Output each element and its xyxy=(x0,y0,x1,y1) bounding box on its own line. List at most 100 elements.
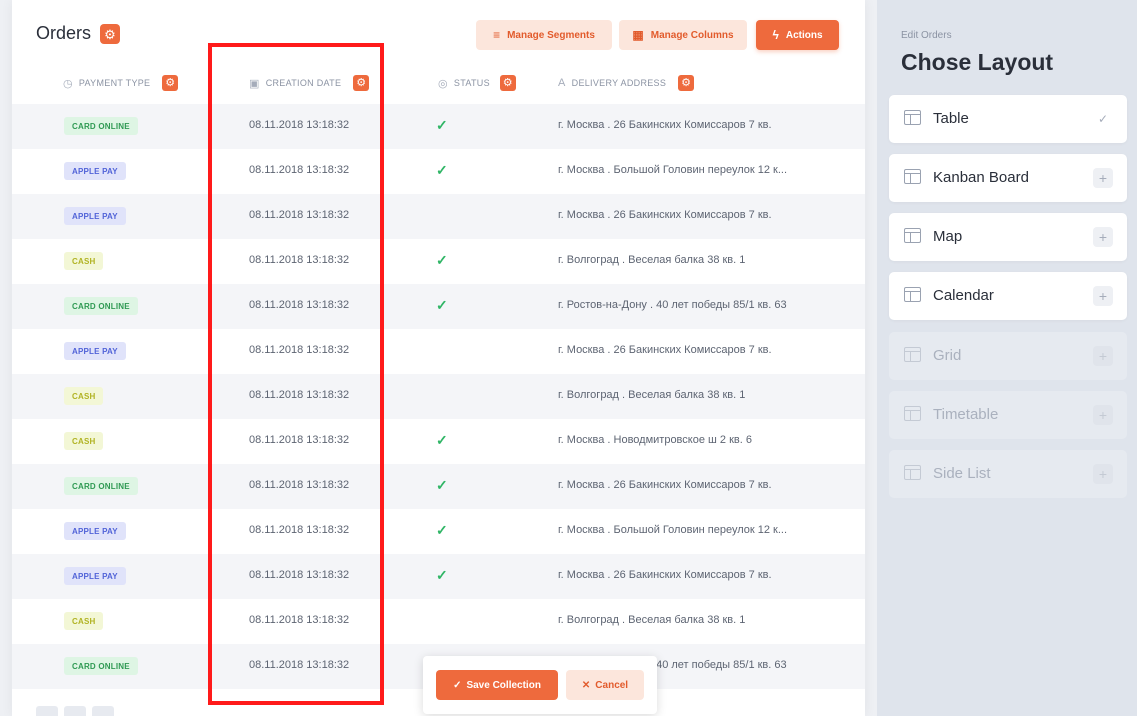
table-row[interactable]: APPLE PAY 08.11.2018 13:18:32 ✓ г. Москва .… xyxy=(12,509,865,554)
creation-date-cell: 08.11.2018 13:18:32 xyxy=(249,164,350,176)
payment-type-badge: APPLE PAY xyxy=(64,522,126,540)
table-row[interactable]: APPLE PAY 08.11.2018 13:18:32 г. Москва . … xyxy=(12,194,865,239)
add-icon[interactable]: + xyxy=(1093,346,1113,366)
table-layout-icon xyxy=(904,169,921,184)
orders-table-body: CARD ONLINE 08.11.2018 13:18:32 ✓ г. Москва… xyxy=(12,104,865,689)
delivery-address-cell: г. Волгоград . Веселая балка 38 кв. 1 xyxy=(558,254,746,266)
close-icon: ✕ xyxy=(581,679,591,691)
table-layout-icon xyxy=(904,347,921,362)
delivery-address-cell: г. Москва . Большой Головин переулок 12 … xyxy=(558,524,788,536)
delivery-address-cell: г. Ростов-на-Дону . 40 лет победы 85/1 к… xyxy=(558,299,787,311)
save-collection-bar: ✓ Save Collection ✕ Cancel xyxy=(423,656,657,714)
layout-sidebar: Edit Orders Chose Layout Table ✓ Kanban Bo… xyxy=(877,0,1137,716)
layout-option-grid[interactable]: Grid + xyxy=(889,332,1127,380)
layout-option-table[interactable]: Table ✓ xyxy=(889,95,1127,143)
delivery-address-cell: г. Волгоград . Веселая балка 38 кв. 1 xyxy=(558,614,746,626)
layout-option-timetable[interactable]: Timetable + xyxy=(889,391,1127,439)
actions-button[interactable]: ϟ Actions xyxy=(756,20,839,50)
table-row[interactable]: APPLE PAY 08.11.2018 13:18:32 ✓ г. Москва .… xyxy=(12,149,865,194)
layout-option-label: Table xyxy=(933,110,969,127)
manage-columns-button[interactable]: ▦ Manage Columns xyxy=(619,20,747,50)
table-layout-icon xyxy=(904,406,921,421)
table-layout-icon xyxy=(904,228,921,243)
creation-date-cell: 08.11.2018 13:18:32 xyxy=(249,119,350,131)
layout-option-kanban-board[interactable]: Kanban Board + xyxy=(889,154,1127,202)
pagination-item[interactable] xyxy=(92,706,114,716)
page-title: Orders xyxy=(36,23,92,43)
check-icon[interactable]: ✓ xyxy=(1093,109,1113,129)
add-icon[interactable]: + xyxy=(1093,464,1113,484)
sidebar-title: Chose Layout xyxy=(901,49,1054,75)
column-header-delivery-address[interactable]: A DELIVERY ADDRESS ⚙ xyxy=(558,74,695,92)
clock-icon: ◷ xyxy=(63,77,73,90)
delivery-address-cell: г. Москва . 26 Бакинских Комиссаров 7 кв… xyxy=(558,479,772,491)
table-row[interactable]: CARD ONLINE 08.11.2018 13:18:32 ✓ г. Москва… xyxy=(12,464,865,509)
layout-option-label: Map xyxy=(933,228,963,245)
delivery-address-cell: г. Волгоград . Веселая балка 38 кв. 1 xyxy=(558,389,746,401)
calendar-icon: ▣ xyxy=(249,77,260,90)
cancel-button[interactable]: ✕ Cancel xyxy=(566,670,644,700)
column-header-creation-date[interactable]: ▣ CREATION DATE ⚙ xyxy=(249,74,370,92)
payment-type-badge: CARD ONLINE xyxy=(64,477,138,495)
pagination-item[interactable] xyxy=(36,706,58,716)
gear-icon[interactable]: ⚙ xyxy=(162,75,179,91)
table-row[interactable]: APPLE PAY 08.11.2018 13:18:32 ✓ г. Москва .… xyxy=(12,554,865,599)
table-row[interactable]: APPLE PAY 08.11.2018 13:18:32 г. Москва . … xyxy=(12,329,865,374)
gear-icon[interactable]: ⚙ xyxy=(100,24,120,44)
layout-option-label: Side List xyxy=(933,465,991,482)
creation-date-cell: 08.11.2018 13:18:32 xyxy=(249,659,350,671)
column-header-label: CREATION DATE xyxy=(265,78,342,88)
columns-icon: ▦ xyxy=(632,28,644,42)
sidebar-eyebrow: Edit Orders xyxy=(901,30,952,41)
table-row[interactable]: CASH 08.11.2018 13:18:32 г. Волгоград . Ве… xyxy=(12,374,865,419)
delivery-address-cell: г. Москва . 26 Бакинских Комиссаров 7 кв… xyxy=(558,569,772,581)
add-icon[interactable]: + xyxy=(1093,168,1113,188)
table-layout-icon xyxy=(904,465,921,480)
add-icon[interactable]: + xyxy=(1093,286,1113,306)
column-header-label: STATUS xyxy=(453,78,490,88)
delivery-address-cell: г. Москва . 26 Бакинских Комиссаров 7 кв… xyxy=(558,344,772,356)
column-header-label: DELIVERY ADDRESS xyxy=(571,78,667,88)
column-header-status[interactable]: ◎ STATUS ⚙ xyxy=(438,74,516,92)
status-check-icon: ✓ xyxy=(436,477,448,493)
payment-type-badge: APPLE PAY xyxy=(64,567,126,585)
status-check-icon: ✓ xyxy=(436,567,448,583)
add-icon[interactable]: + xyxy=(1093,405,1113,425)
status-check-icon: ✓ xyxy=(436,297,448,313)
column-header-payment-type[interactable]: ◷ PAYMENT TYPE ⚙ xyxy=(63,74,179,92)
table-row[interactable]: CASH 08.11.2018 13:18:32 г. Волгоград . Ве… xyxy=(12,599,865,644)
table-layout-icon xyxy=(904,287,921,302)
table-row[interactable]: CARD ONLINE 08.11.2018 13:18:32 ✓ г. Москва… xyxy=(12,104,865,149)
creation-date-cell: 08.11.2018 13:18:32 xyxy=(249,524,350,536)
layout-option-label: Calendar xyxy=(933,287,994,304)
table-row[interactable]: CASH 08.11.2018 13:18:32 ✓ г. Москва . Ново… xyxy=(12,419,865,464)
table-layout-icon xyxy=(904,110,921,125)
payment-type-badge: APPLE PAY xyxy=(64,207,126,225)
creation-date-cell: 08.11.2018 13:18:32 xyxy=(249,479,350,491)
payment-type-badge: CARD ONLINE xyxy=(64,297,138,315)
payment-type-badge: CASH xyxy=(64,612,104,630)
manage-columns-label: Manage Columns xyxy=(650,29,734,41)
table-row[interactable]: CARD ONLINE 08.11.2018 13:18:32 ✓ г. Ростов… xyxy=(12,284,865,329)
status-check-icon: ✓ xyxy=(436,117,448,133)
payment-type-badge: APPLE PAY xyxy=(64,342,126,360)
manage-segments-button[interactable]: ≡ Manage Segments xyxy=(476,20,612,50)
layout-option-calendar[interactable]: Calendar + xyxy=(889,272,1127,320)
gear-icon[interactable]: ⚙ xyxy=(499,75,516,91)
creation-date-cell: 08.11.2018 13:18:32 xyxy=(249,614,350,626)
payment-type-badge: CASH xyxy=(64,252,104,270)
gear-icon[interactable]: ⚙ xyxy=(353,75,370,91)
cancel-label: Cancel xyxy=(595,679,629,691)
pagination-item[interactable] xyxy=(64,706,86,716)
table-row[interactable]: CASH 08.11.2018 13:18:32 ✓ г. Волгоград . В… xyxy=(12,239,865,284)
save-collection-button[interactable]: ✓ Save Collection xyxy=(436,670,558,700)
add-icon[interactable]: + xyxy=(1093,227,1113,247)
layout-option-side-list[interactable]: Side List + xyxy=(889,450,1127,498)
creation-date-cell: 08.11.2018 13:18:32 xyxy=(249,389,350,401)
gear-icon[interactable]: ⚙ xyxy=(678,75,695,91)
payment-type-badge: APPLE PAY xyxy=(64,162,126,180)
status-check-icon: ✓ xyxy=(436,522,448,538)
layout-option-map[interactable]: Map + xyxy=(889,213,1127,261)
creation-date-cell: 08.11.2018 13:18:32 xyxy=(249,434,350,446)
creation-date-cell: 08.11.2018 13:18:32 xyxy=(249,254,350,266)
